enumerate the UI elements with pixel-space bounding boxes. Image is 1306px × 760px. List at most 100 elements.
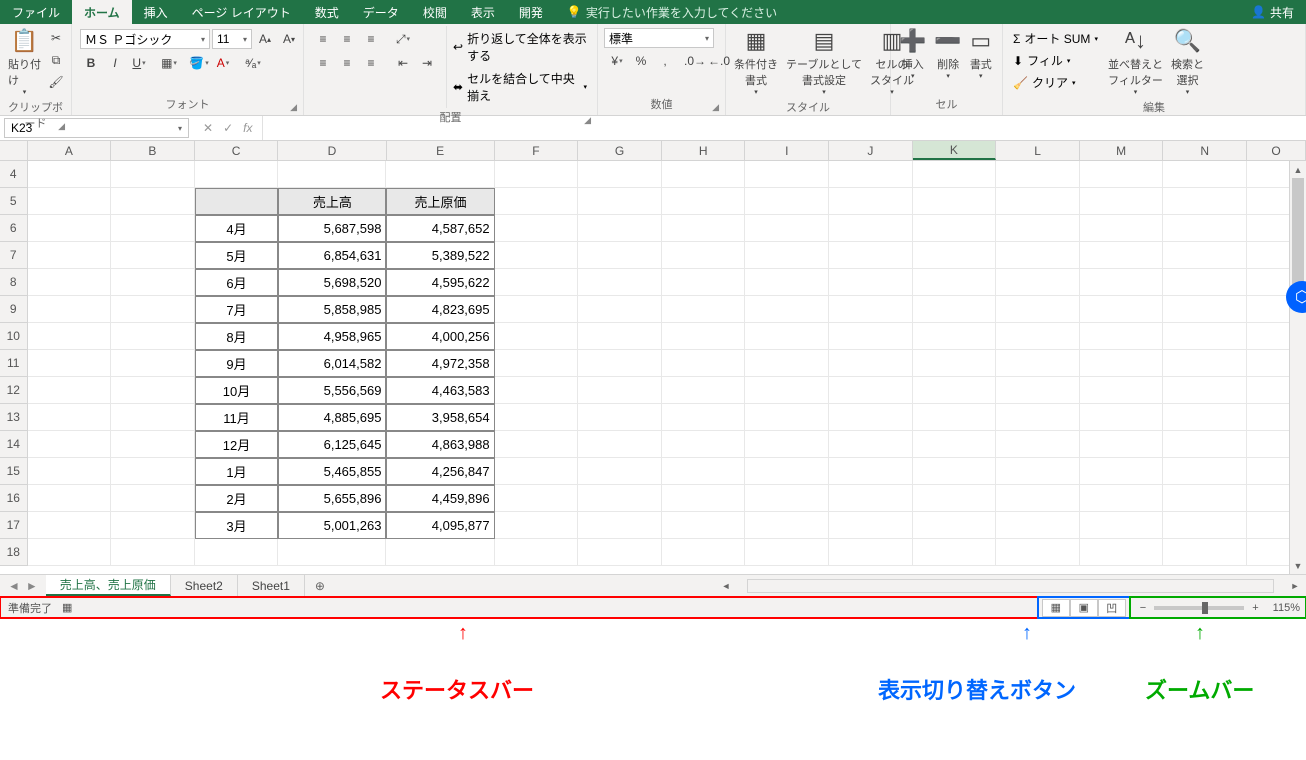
merge-center-button[interactable]: ⬌セルを結合して中央揃え▾ [449,68,591,106]
cell-D8[interactable]: 5,698,520 [278,269,386,296]
clear-button[interactable]: 🧹クリア▾ [1009,72,1102,93]
cell-A11[interactable] [28,350,112,377]
column-header-A[interactable]: A [28,141,112,160]
cell-M16[interactable] [1080,485,1164,512]
zoom-level[interactable]: 115% [1273,602,1300,614]
cell-C12[interactable]: 10月 [195,377,279,404]
cell-D13[interactable]: 4,885,695 [278,404,386,431]
scroll-down-button[interactable]: ▼ [1290,557,1306,574]
delete-cells-button[interactable]: ➖削除▾ [930,26,965,82]
align-middle-button[interactable]: ≡ [336,29,358,49]
cell-N18[interactable] [1163,539,1247,566]
cell-G4[interactable] [578,161,662,188]
cell-E16[interactable]: 4,459,896 [386,485,494,512]
cell-D9[interactable]: 5,858,985 [278,296,386,323]
cell-F13[interactable] [495,404,579,431]
cell-D7[interactable]: 6,854,631 [278,242,386,269]
cell-E18[interactable] [386,539,494,566]
cell-H12[interactable] [662,377,746,404]
cell-I14[interactable] [745,431,829,458]
cell-C14[interactable]: 12月 [195,431,279,458]
vertical-scrollbar[interactable]: ▲ ▼ [1289,161,1306,574]
tab-review[interactable]: 校閲 [411,0,459,24]
cell-L12[interactable] [996,377,1080,404]
comma-button[interactable]: , [654,51,676,71]
cell-K13[interactable] [913,404,997,431]
cell-G17[interactable] [578,512,662,539]
font-name-combo[interactable]: ＭＳ Ｐゴシック▾ [80,29,210,49]
row-header-18[interactable]: 18 [0,539,28,566]
cell-C16[interactable]: 2月 [195,485,279,512]
cancel-formula-button[interactable]: ✕ [203,121,213,135]
row-header-17[interactable]: 17 [0,512,28,539]
cell-L10[interactable] [996,323,1080,350]
increase-decimal-button[interactable]: .0→ [684,51,706,71]
cell-B14[interactable] [111,431,195,458]
cell-M5[interactable] [1080,188,1164,215]
column-header-G[interactable]: G [578,141,662,160]
row-header-5[interactable]: 5 [0,188,28,215]
cell-B11[interactable] [111,350,195,377]
increase-indent-button[interactable]: ⇥ [416,53,438,73]
align-center-button[interactable]: ≡ [336,53,358,73]
cell-A13[interactable] [28,404,112,431]
borders-button[interactable]: ▦ [158,53,180,73]
cell-F18[interactable] [495,539,579,566]
number-launcher[interactable]: ◢ [712,102,719,113]
cell-D17[interactable]: 5,001,263 [278,512,386,539]
cell-D6[interactable]: 5,687,598 [278,215,386,242]
cell-M4[interactable] [1080,161,1164,188]
tab-developer[interactable]: 開発 [507,0,555,24]
cell-A10[interactable] [28,323,112,350]
vscroll-thumb[interactable] [1292,178,1304,298]
cell-H4[interactable] [662,161,746,188]
format-as-table-button[interactable]: ▤テーブルとして 書式設定▾ [782,26,866,98]
column-header-C[interactable]: C [195,141,279,160]
cell-B5[interactable] [111,188,195,215]
cell-J6[interactable] [829,215,913,242]
cell-G11[interactable] [578,350,662,377]
cell-J15[interactable] [829,458,913,485]
cell-B9[interactable] [111,296,195,323]
column-header-H[interactable]: H [662,141,746,160]
cell-L7[interactable] [996,242,1080,269]
cell-K5[interactable] [913,188,997,215]
cell-E5[interactable]: 売上原価 [386,188,494,215]
cell-C5[interactable] [195,188,279,215]
cell-D18[interactable] [278,539,386,566]
row-header-9[interactable]: 9 [0,296,28,323]
normal-view-button[interactable]: ▦ [1042,599,1070,617]
cell-I16[interactable] [745,485,829,512]
cell-B15[interactable] [111,458,195,485]
cell-L4[interactable] [996,161,1080,188]
cell-D11[interactable]: 6,014,582 [278,350,386,377]
share-button[interactable]: 👤共有 [1239,0,1306,24]
cell-I17[interactable] [745,512,829,539]
row-header-6[interactable]: 6 [0,215,28,242]
cell-A4[interactable] [28,161,112,188]
zoom-slider[interactable] [1154,606,1244,610]
cell-N6[interactable] [1163,215,1247,242]
cell-J17[interactable] [829,512,913,539]
column-header-L[interactable]: L [996,141,1080,160]
cell-E15[interactable]: 4,256,847 [386,458,494,485]
cell-C13[interactable]: 11月 [195,404,279,431]
cell-I7[interactable] [745,242,829,269]
cell-E11[interactable]: 4,972,358 [386,350,494,377]
sheet-nav-prev[interactable]: ◄ [8,579,20,593]
cell-I9[interactable] [745,296,829,323]
cell-L18[interactable] [996,539,1080,566]
cell-B7[interactable] [111,242,195,269]
bold-button[interactable]: B [80,53,102,73]
cell-D4[interactable] [278,161,386,188]
cell-L13[interactable] [996,404,1080,431]
cell-K15[interactable] [913,458,997,485]
cell-H10[interactable] [662,323,746,350]
shrink-font-button[interactable]: A▾ [278,29,300,49]
cell-B13[interactable] [111,404,195,431]
cell-H13[interactable] [662,404,746,431]
column-header-I[interactable]: I [745,141,829,160]
cell-N11[interactable] [1163,350,1247,377]
format-painter-button[interactable]: 🖌 [45,72,67,92]
column-header-E[interactable]: E [387,141,495,160]
